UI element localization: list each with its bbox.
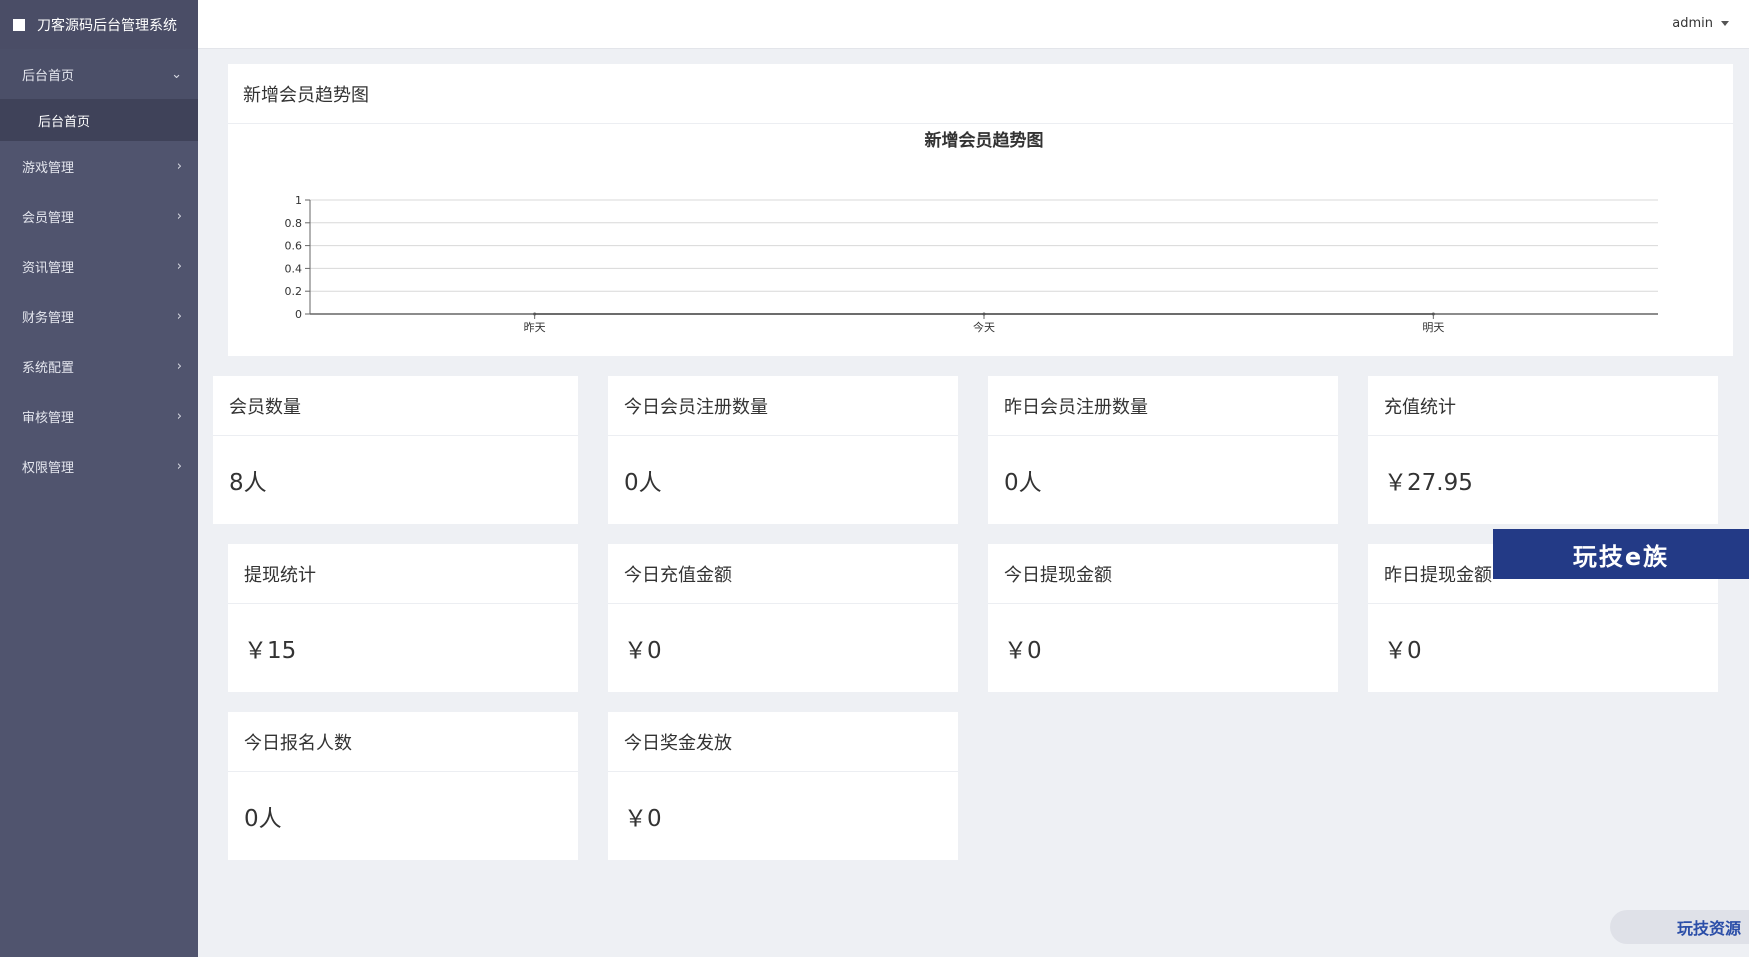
chevron-right-icon: › bbox=[176, 458, 182, 474]
brand[interactable]: 刀客源码后台管理系统 bbox=[0, 0, 198, 49]
sidebar-item-finance[interactable]: 财务管理 › bbox=[0, 291, 198, 341]
stat-card-today-withdraw: 今日提现金额 ￥0 bbox=[988, 544, 1338, 692]
watermark-banner: 玩技e族 bbox=[1493, 529, 1749, 579]
app-title: 刀客源码后台管理系统 bbox=[37, 17, 177, 34]
card-title: 今日提现金额 bbox=[988, 544, 1338, 604]
card-title: 会员数量 bbox=[213, 376, 578, 436]
logo-square-icon bbox=[13, 18, 25, 31]
card-value: ￥0 bbox=[624, 806, 662, 832]
chevron-right-icon: › bbox=[176, 158, 182, 174]
y-tick-label: 0.8 bbox=[285, 217, 303, 230]
card-title: 今日报名人数 bbox=[228, 712, 578, 772]
card-value: ￥0 bbox=[624, 638, 662, 664]
y-tick-label: 0 bbox=[295, 308, 302, 321]
card-title: 昨日会员注册数量 bbox=[988, 376, 1338, 436]
chevron-right-icon: › bbox=[176, 208, 182, 224]
card-title: 提现统计 bbox=[228, 544, 578, 604]
caret-down-icon bbox=[1721, 21, 1729, 26]
card-title: 今日奖金发放 bbox=[608, 712, 958, 772]
card-title: 今日会员注册数量 bbox=[608, 376, 958, 436]
sidebar-item-system[interactable]: 系统配置 › bbox=[0, 341, 198, 391]
card-value: ￥27.95 bbox=[1384, 470, 1473, 496]
stat-card-today-recharge: 今日充值金额 ￥0 bbox=[608, 544, 958, 692]
y-tick-label: 0.2 bbox=[285, 285, 303, 298]
sidebar-item-news[interactable]: 资讯管理 › bbox=[0, 241, 198, 291]
sidebar-item-label: 游戏管理 bbox=[22, 160, 75, 176]
chevron-right-icon: › bbox=[176, 408, 182, 424]
y-tick-label: 0.6 bbox=[285, 240, 303, 253]
data-point bbox=[982, 312, 986, 316]
sidebar-item-review[interactable]: 审核管理 › bbox=[0, 391, 198, 441]
sidebar: 刀客源码后台管理系统 后台首页 ⌄ 后台首页 游戏管理 › 会员管理 › 资讯管… bbox=[0, 0, 198, 957]
panel-title: 新增会员趋势图 bbox=[228, 64, 1733, 124]
sidebar-item-label: 资讯管理 bbox=[22, 260, 75, 276]
x-tick-label: 明天 bbox=[1422, 321, 1444, 334]
stat-card-withdraw-total: 提现统计 ￥15 bbox=[228, 544, 578, 692]
sidebar-item-games[interactable]: 游戏管理 › bbox=[0, 141, 198, 191]
sidebar-item-label: 后台首页 bbox=[22, 68, 75, 84]
card-value: 8人 bbox=[229, 470, 267, 496]
sidebar-item-label: 系统配置 bbox=[22, 360, 75, 376]
data-point bbox=[1431, 312, 1435, 316]
stat-card-recharge-total: 充值统计 ￥27.95 bbox=[1368, 376, 1718, 524]
member-trend-chart: 新增会员趋势图 0 0.2 0.4 0.6 0.8 1 昨天 今天 明天 bbox=[285, 130, 1658, 334]
stat-card-yesterday-registrations: 昨日会员注册数量 0人 bbox=[988, 376, 1338, 524]
topbar: admin bbox=[198, 0, 1749, 49]
chevron-right-icon: › bbox=[176, 258, 182, 274]
stat-card-today-bonus: 今日奖金发放 ￥0 bbox=[608, 712, 958, 860]
chevron-right-icon: › bbox=[176, 308, 182, 324]
sidebar-item-label: 财务管理 bbox=[22, 310, 75, 326]
sidebar-item-label: 审核管理 bbox=[22, 410, 75, 426]
member-trend-panel: 新增会员趋势图 新增会员趋势图 0 0.2 0.4 0.6 0.8 1 昨天 今天 明天 bbox=[228, 64, 1733, 356]
watermark-badge: 玩技资源 bbox=[1610, 910, 1749, 944]
card-value: ￥15 bbox=[244, 638, 297, 664]
user-menu[interactable]: admin bbox=[1672, 16, 1729, 31]
stat-card-today-registrations: 今日会员注册数量 0人 bbox=[608, 376, 958, 524]
sidebar-item-label: 权限管理 bbox=[22, 460, 75, 476]
sidebar-item-dashboard[interactable]: 后台首页 ⌄ bbox=[0, 49, 198, 99]
card-title: 充值统计 bbox=[1368, 376, 1718, 436]
sidebar-item-label: 会员管理 bbox=[22, 210, 75, 226]
sidebar-subitem-label: 后台首页 bbox=[38, 114, 91, 130]
card-value: 0人 bbox=[244, 806, 282, 832]
sidebar-subitem-dashboard-home[interactable]: 后台首页 bbox=[0, 99, 198, 141]
x-tick-label: 昨天 bbox=[524, 321, 546, 334]
y-tick-label: 1 bbox=[295, 194, 302, 207]
stat-card-member-count: 会员数量 8人 bbox=[213, 376, 578, 524]
card-value: 0人 bbox=[1004, 470, 1042, 496]
card-value: ￥0 bbox=[1384, 638, 1422, 664]
card-value: ￥0 bbox=[1004, 638, 1042, 664]
data-point bbox=[533, 312, 537, 316]
x-tick-label: 今天 bbox=[973, 320, 995, 334]
stat-card-today-signups: 今日报名人数 0人 bbox=[228, 712, 578, 860]
username: admin bbox=[1672, 16, 1713, 31]
chevron-down-icon: ⌄ bbox=[171, 66, 182, 82]
card-title: 今日充值金额 bbox=[608, 544, 958, 604]
chevron-right-icon: › bbox=[176, 358, 182, 374]
sidebar-item-permissions[interactable]: 权限管理 › bbox=[0, 441, 198, 491]
y-tick-label: 0.4 bbox=[285, 262, 303, 275]
sidebar-item-members[interactable]: 会员管理 › bbox=[0, 191, 198, 241]
card-value: 0人 bbox=[624, 470, 662, 496]
chart-title: 新增会员趋势图 bbox=[925, 130, 1044, 151]
